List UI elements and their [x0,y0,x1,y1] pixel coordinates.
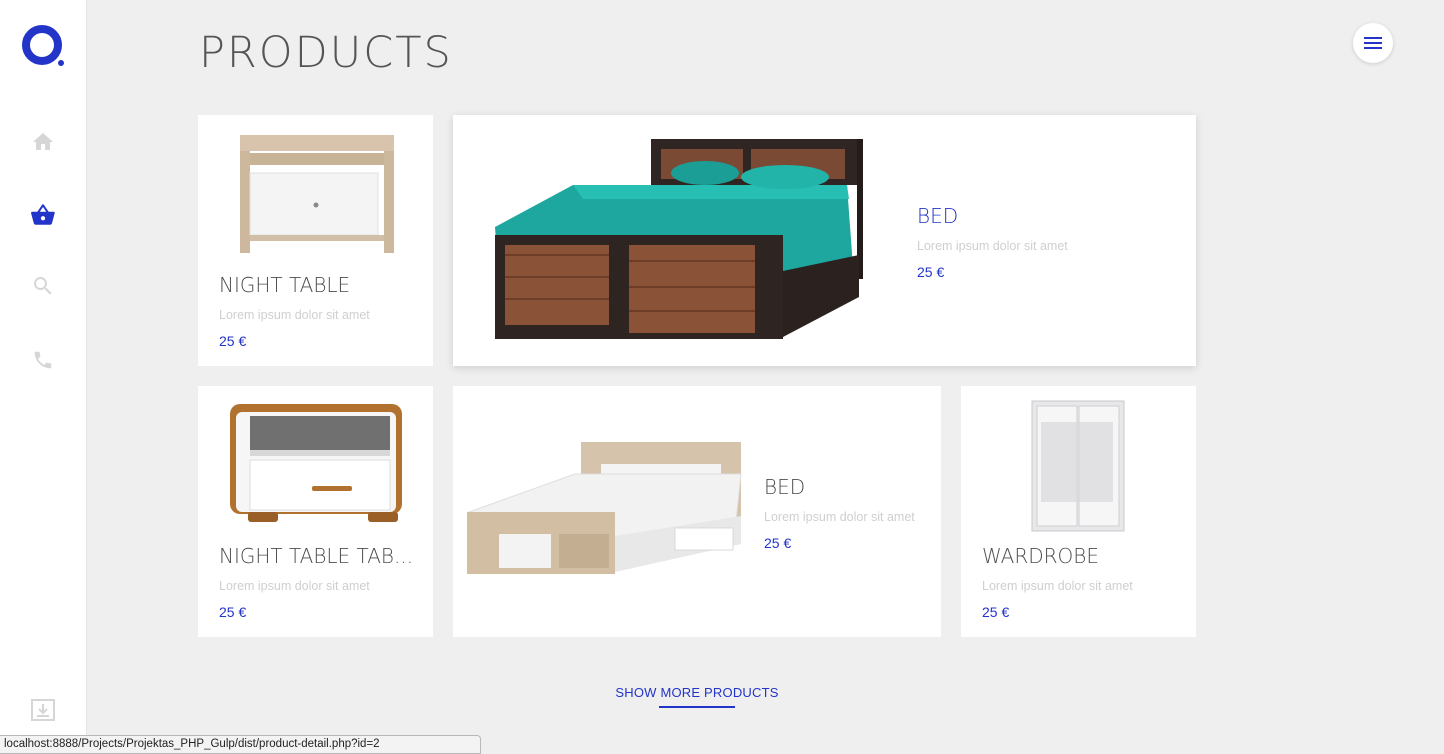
product-description: Lorem ipsum dolor sit amet [917,239,1068,253]
show-more-products-link[interactable]: SHOW MORE PRODUCTS [598,685,796,700]
product-price: 25 € [982,604,1010,620]
product-name: NIGHT TABLE TAB... [219,544,414,568]
sidebar-download-button[interactable] [28,695,58,725]
product-price: 25 € [764,535,792,551]
product-card-bed[interactable]: BED Lorem ipsum dolor sit amet 25 € [453,386,941,637]
product-image-wardrobe [1031,400,1125,537]
product-name: NIGHT TABLE [219,273,351,297]
product-card-wardrobe[interactable]: WARDROBE Lorem ipsum dolor sit amet 25 € [961,386,1196,637]
show-more-underline [659,706,735,708]
product-card-bed-featured[interactable]: BED Lorem ipsum dolor sit amet 25 € [453,115,1196,366]
sidebar-item-search[interactable] [28,271,58,301]
product-card-night-table-tab[interactable]: NIGHT TABLE TAB... Lorem ipsum dolor sit… [198,386,433,637]
home-icon [33,133,53,150]
phone-icon [34,351,52,369]
sidebar-item-shop[interactable] [28,200,58,230]
product-name: BED [917,204,959,228]
menu-button[interactable] [1353,23,1393,63]
product-description: Lorem ipsum dolor sit amet [219,308,370,322]
product-image-bed-dark [487,137,879,352]
product-name: BED [764,475,806,499]
search-icon [34,277,52,295]
product-price: 25 € [219,333,247,349]
browser-status-url: localhost:8888/Projects/Projektas_PHP_Gu… [0,735,481,754]
sidebar-item-home[interactable] [28,127,58,157]
product-description: Lorem ipsum dolor sit amet [764,510,915,524]
product-name: WARDROBE [982,544,1100,568]
shopping-basket-icon [31,204,55,225]
download-icon [31,699,55,721]
product-price: 25 € [219,604,247,620]
page-title: PRODUCTS [199,28,453,78]
product-description: Lorem ipsum dolor sit amet [219,579,370,593]
product-image-night-table [238,133,396,260]
product-image-night-table-tab [228,402,404,531]
brand-logo[interactable] [21,24,67,70]
product-image-bed-light [465,440,745,595]
hamburger-menu-icon [1364,37,1382,49]
product-description: Lorem ipsum dolor sit amet [982,579,1133,593]
product-card-night-table[interactable]: NIGHT TABLE Lorem ipsum dolor sit amet 2… [198,115,433,366]
sidebar-item-phone[interactable] [28,345,58,375]
sidebar [0,0,87,754]
product-price: 25 € [917,264,945,280]
